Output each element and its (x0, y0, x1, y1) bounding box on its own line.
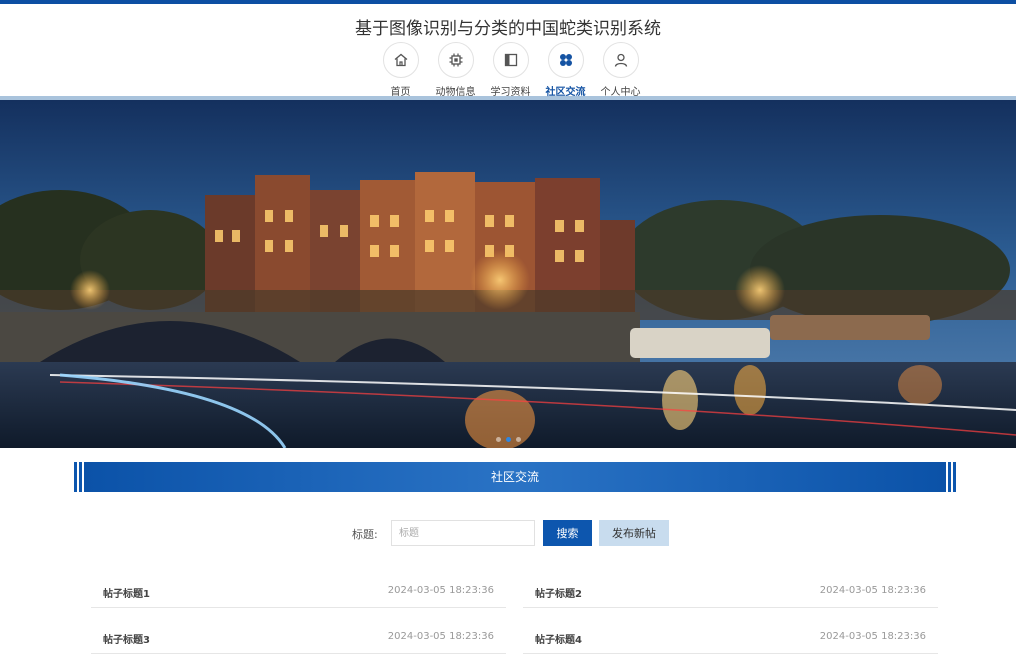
nav-item-study-materials[interactable]: 学习资料 (483, 42, 538, 98)
chip-icon (437, 42, 474, 78)
post-time: 2024-03-05 18:23:36 (819, 631, 926, 642)
post-time: 2024-03-05 18:23:36 (387, 631, 494, 642)
nav-label-animal-info: 动物信息 (435, 87, 476, 98)
new-post-button[interactable]: 发布新帖 (599, 520, 669, 546)
section-title-banner: 社区交流 (74, 462, 956, 492)
home-icon (382, 42, 419, 78)
carousel-indicators (0, 437, 1016, 442)
nav-label-study-materials: 学习资料 (490, 87, 531, 98)
nav-label-profile: 个人中心 (600, 87, 641, 98)
post-title[interactable]: 帖子标题1 (103, 585, 150, 600)
search-button[interactable]: 搜索 (543, 520, 592, 546)
main-nav: 首页 动物信息 学习资料 社区交流 个人中心 (373, 42, 648, 98)
title-search-input[interactable] (391, 520, 535, 546)
post-time: 2024-03-05 18:23:36 (819, 585, 926, 596)
banner-right-stripe (953, 462, 956, 492)
post-time: 2024-03-05 18:23:36 (387, 585, 494, 596)
post-title[interactable]: 帖子标题4 (535, 631, 582, 646)
hero-carousel[interactable] (0, 100, 1016, 448)
carousel-dot[interactable] (515, 437, 521, 442)
nav-item-profile[interactable]: 个人中心 (593, 42, 648, 98)
site-title: 基于图像识别与分类的中国蛇类识别系统 (355, 19, 661, 39)
title-search-label: 标题: (352, 528, 378, 541)
nav-label-home: 首页 (390, 87, 411, 98)
carousel-dot-active[interactable] (505, 437, 511, 442)
post-title[interactable]: 帖子标题3 (103, 631, 150, 646)
banner-left-stripe (74, 462, 77, 492)
nav-item-animal-info[interactable]: 动物信息 (428, 42, 483, 98)
banner-left-stripe (79, 462, 82, 492)
post-item[interactable]: 帖子标题1 2024-03-05 18:23:36 (91, 575, 506, 608)
nav-label-community: 社区交流 (545, 87, 586, 98)
grid-clover-icon (547, 42, 584, 78)
nav-item-community[interactable]: 社区交流 (538, 42, 593, 98)
post-item[interactable]: 帖子标题3 2024-03-05 18:23:36 (91, 621, 506, 654)
post-item[interactable]: 帖子标题2 2024-03-05 18:23:36 (523, 575, 938, 608)
carousel-slide-image (0, 100, 1016, 448)
post-title[interactable]: 帖子标题2 (535, 585, 582, 600)
panel-icon (492, 42, 529, 78)
nav-item-home[interactable]: 首页 (373, 42, 428, 98)
user-icon (602, 42, 639, 78)
site-header: 基于图像识别与分类的中国蛇类识别系统 首页 动物信息 学习资料 社区交流 个人中… (0, 4, 1016, 98)
section-title: 社区交流 (84, 462, 946, 492)
search-bar: 标题: 搜索 发布新帖 (0, 520, 1016, 546)
post-item[interactable]: 帖子标题4 2024-03-05 18:23:36 (523, 621, 938, 654)
banner-right-stripe (948, 462, 951, 492)
carousel-dot[interactable] (495, 437, 501, 442)
